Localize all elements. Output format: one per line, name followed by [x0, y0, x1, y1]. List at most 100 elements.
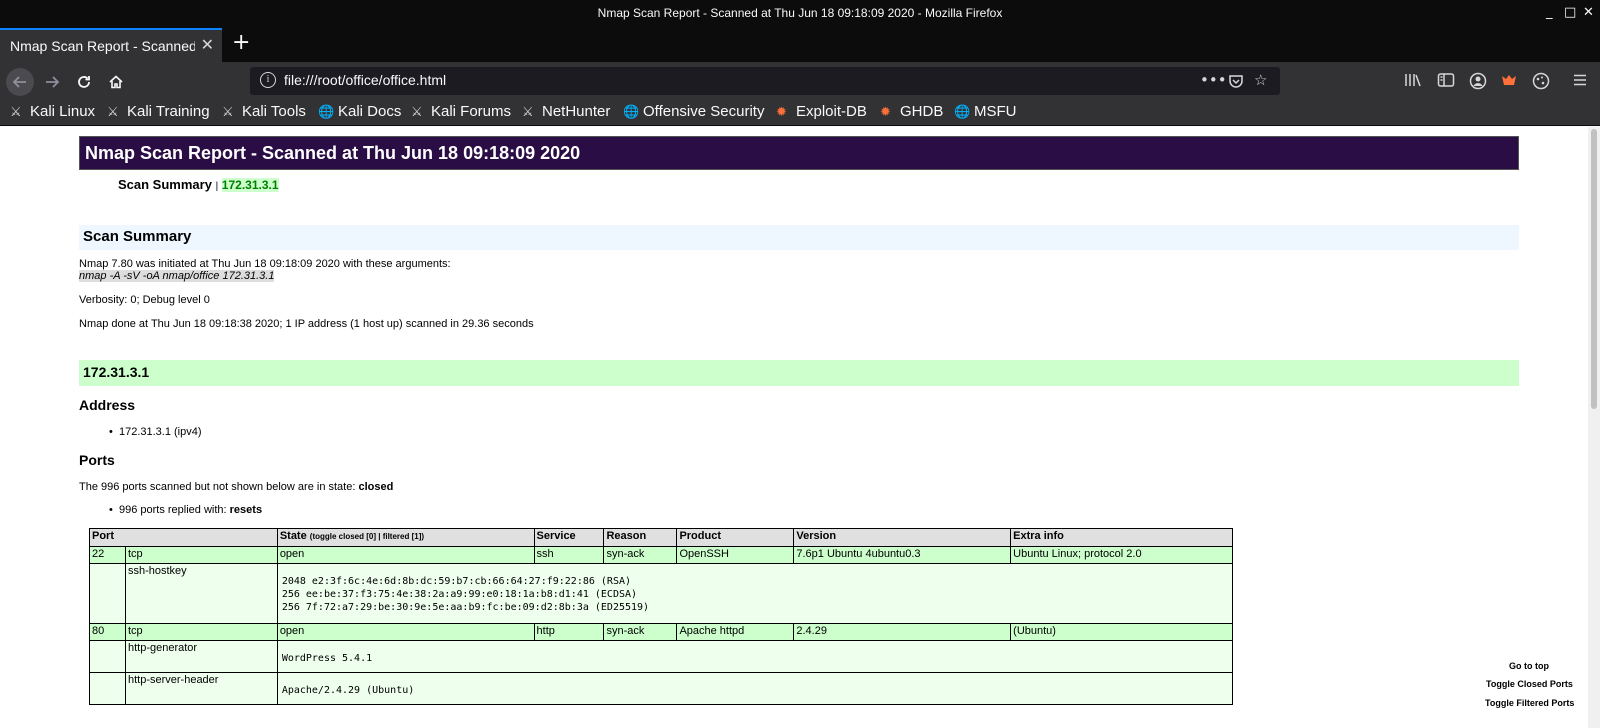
host-ip-link[interactable]: 172.31.3.1	[221, 178, 279, 192]
cookie-icon[interactable]	[1532, 72, 1550, 94]
bookmark-msfu[interactable]: 🌐 MSFU	[954, 103, 1017, 120]
ports-heading: Ports	[79, 452, 115, 468]
sidebar-icon[interactable]	[1437, 72, 1455, 92]
verbosity-text: Verbosity: 0; Debug level 0	[79, 294, 210, 306]
col-extra-info: Extra info	[1010, 528, 1233, 547]
page-actions-icon[interactable]: •••	[1200, 71, 1227, 89]
url-input[interactable]: file:///root/office/office.html	[284, 72, 446, 88]
exploit-db-icon: ✹	[776, 104, 787, 119]
reload-button[interactable]	[70, 68, 98, 96]
site-info-icon[interactable]: i	[260, 72, 276, 88]
script-row: ssh-hostkey 2048 e2:3f:6c:4e:6d:8b:dc:59…	[89, 563, 1234, 624]
foxyproxy-icon[interactable]	[1500, 72, 1518, 94]
scan-arguments: nmap -A -sV -oA nmap/office 172.31.3.1	[79, 270, 275, 282]
address-item: • 172.31.3.1 (ipv4)	[109, 426, 202, 438]
scrollbar-thumb[interactable]	[1591, 129, 1597, 409]
home-button[interactable]	[102, 68, 130, 96]
globe-icon: 🌐	[318, 104, 335, 119]
bookmark-kali-linux[interactable]: ⚔ Kali Linux	[10, 103, 95, 120]
bookmark-offensive-security[interactable]: 🌐 Offensive Security	[623, 103, 764, 120]
globe-icon: 🌐	[623, 104, 640, 119]
reason-cell: syn-ack	[603, 623, 678, 641]
toggle-filtered-ports-link[interactable]: Toggle Filtered Ports	[1485, 698, 1574, 708]
nav-separator: |	[215, 181, 219, 192]
proto-cell: tcp	[124, 623, 278, 641]
back-button[interactable]	[6, 68, 34, 96]
tab-nmap-report[interactable]: Nmap Scan Report - Scanned at Thu Jun 18…	[0, 28, 222, 62]
table-row: 80 tcp open http syn-ack Apache httpd 2.…	[89, 623, 1233, 641]
col-version: Version	[793, 528, 1012, 547]
bookmark-kali-tools[interactable]: ⚔ Kali Tools	[222, 103, 306, 120]
service-cell: ssh	[533, 546, 605, 564]
bookmark-nethunter[interactable]: ⚔ NetHunter	[522, 103, 610, 120]
state-cell: open	[276, 623, 535, 641]
scan-summary-link[interactable]: Scan Summary	[118, 177, 212, 192]
extra-info-cell: (Ubuntu)	[1010, 623, 1233, 641]
page-scrollbar[interactable]	[1588, 127, 1600, 728]
script-output-cell: Apache/2.4.29 (Ubuntu)	[276, 672, 1234, 705]
exploit-db-icon: ✹	[880, 104, 891, 119]
reason-cell: syn-ack	[603, 546, 678, 564]
table-row: 22 tcp open ssh syn-ack OpenSSH 7.6p1 Ub…	[89, 546, 1233, 564]
address-heading: Address	[79, 397, 136, 413]
window-title-bar: Nmap Scan Report - Scanned at Thu Jun 18…	[0, 0, 1600, 28]
close-window-icon[interactable]: ✕	[1583, 5, 1594, 20]
menu-icon[interactable]	[1572, 72, 1588, 92]
product-cell: OpenSSH	[676, 546, 795, 564]
forward-button[interactable]	[38, 68, 66, 96]
closed-ports-text: The 996 ports scanned but not shown belo…	[79, 481, 394, 493]
bookmark-exploit-db[interactable]: ✹ Exploit-DB	[776, 103, 867, 120]
toggle-closed-ports-link[interactable]: Toggle Closed Ports	[1486, 679, 1573, 689]
reload-icon	[78, 76, 90, 88]
tab-label: Nmap Scan Report - Scanned at Thu Jun 18…	[10, 38, 195, 54]
scan-done-text: Nmap done at Thu Jun 18 09:18:38 2020; 1…	[79, 318, 534, 330]
bookmarks-toolbar: ⚔ Kali Linux ⚔ Kali Training ⚔ Kali Tools 🌐…	[0, 100, 1600, 126]
replied-item: • 996 ports replied with: resets	[109, 504, 263, 516]
port-cell: 80	[89, 623, 126, 641]
script-output-cell: 2048 e2:3f:6c:4e:6d:8b:dc:59:b7:cb:66:64…	[276, 563, 1234, 624]
kali-dragon-icon: ⚔	[522, 104, 534, 119]
url-bar[interactable]: i file:///root/office/office.html ••• ☆	[250, 67, 1280, 95]
maximize-icon[interactable]: □	[1564, 5, 1576, 20]
globe-icon: 🌐	[954, 104, 971, 119]
account-icon[interactable]	[1469, 72, 1487, 94]
go-to-top-link[interactable]: Go to top	[1509, 661, 1549, 671]
pocket-icon[interactable]	[1228, 71, 1244, 93]
bookmark-ghdb[interactable]: ✹ GHDB	[880, 103, 943, 120]
bookmark-kali-docs[interactable]: 🌐 Kali Docs	[318, 103, 401, 120]
kali-dragon-icon: ⚔	[411, 104, 423, 119]
home-icon	[109, 75, 123, 89]
navigation-toolbar: i file:///root/office/office.html ••• ☆	[0, 62, 1600, 100]
extra-info-cell: Ubuntu Linux; protocol 2.0	[1010, 546, 1233, 564]
bookmark-kali-training[interactable]: ⚔ Kali Training	[107, 103, 210, 120]
tab-close-icon[interactable]: ✕	[201, 35, 214, 54]
kali-dragon-icon: ⚔	[222, 104, 234, 119]
script-row: http-generator WordPress 5.4.1	[89, 640, 1234, 673]
back-arrow-icon	[12, 76, 26, 88]
window-title: Nmap Scan Report - Scanned at Thu Jun 18…	[597, 6, 1003, 20]
forward-arrow-icon	[46, 76, 60, 88]
col-state: State (toggle closed [0] | filtered [1])	[276, 528, 535, 547]
col-service: Service	[533, 528, 605, 547]
tab-strip: Nmap Scan Report - Scanned at Thu Jun 18…	[0, 28, 1600, 62]
report-title: Nmap Scan Report - Scanned at Thu Jun 18…	[79, 136, 1519, 170]
host-heading: 172.31.3.1	[79, 360, 1519, 386]
table-header-row: Port State (toggle closed [0] | filtered…	[89, 528, 1233, 547]
col-reason: Reason	[603, 528, 678, 547]
script-row: http-server-header Apache/2.4.29 (Ubuntu…	[89, 672, 1234, 705]
script-name-cell: http-server-header	[124, 672, 278, 705]
product-cell: Apache httpd	[676, 623, 795, 641]
version-cell: 2.4.29	[793, 623, 1012, 641]
minimize-icon[interactable]: _	[1546, 5, 1553, 20]
proto-cell: tcp	[124, 546, 278, 564]
library-icon[interactable]	[1404, 72, 1422, 92]
scan-summary-heading: Scan Summary	[79, 225, 1519, 250]
state-cell: open	[276, 546, 535, 564]
bookmark-kali-forums[interactable]: ⚔ Kali Forums	[411, 103, 511, 120]
script-name-cell: http-generator	[124, 640, 278, 673]
bookmark-star-icon[interactable]: ☆	[1254, 71, 1267, 89]
toggle-state-links[interactable]: (toggle closed [0] | filtered [1])	[310, 532, 424, 541]
kali-dragon-icon: ⚔	[10, 104, 22, 119]
new-tab-button[interactable]: +	[232, 30, 250, 55]
report-nav: Scan Summary | 172.31.3.1	[118, 177, 279, 192]
